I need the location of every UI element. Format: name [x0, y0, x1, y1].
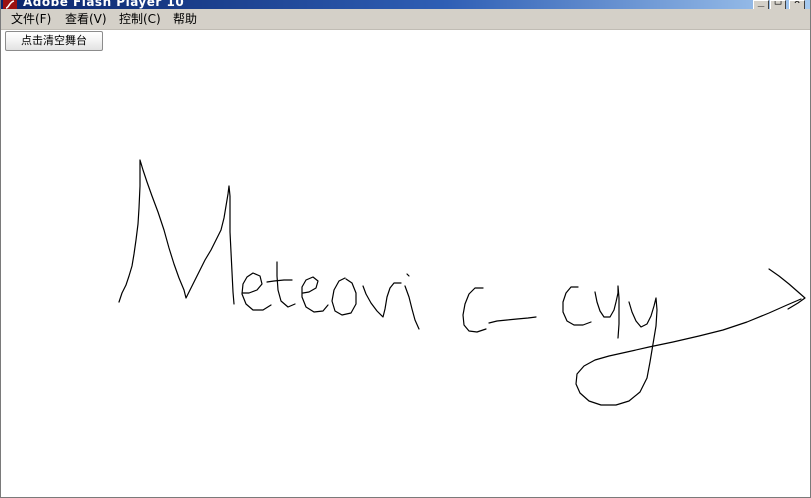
- menu-file[interactable]: 文件(F): [9, 11, 53, 27]
- stroke-letter-e1: [241, 272, 272, 311]
- stroke-dash: [488, 316, 537, 324]
- maximize-button[interactable]: □: [770, 0, 786, 9]
- stroke-letter-y2: [575, 297, 802, 406]
- stroke-letter-e2: [301, 276, 329, 313]
- title-bar[interactable]: Adobe Flash Player 10 _ □ ×: [1, 0, 810, 9]
- stroke-letter-c2: [562, 286, 592, 326]
- flash-player-icon: [3, 0, 17, 9]
- window-title: Adobe Flash Player 10: [23, 0, 185, 9]
- stroke-letter-m: [118, 159, 235, 305]
- stroke-letter-t-bar: [266, 279, 293, 283]
- stroke-letter-y1: [594, 285, 620, 339]
- handwriting-drawing[interactable]: [1, 30, 810, 497]
- flash-player-window: Adobe Flash Player 10 _ □ × 文件(F) 查看(V) …: [0, 0, 811, 498]
- menu-help[interactable]: 帮助: [171, 11, 199, 27]
- stroke-letter-i-dot: [406, 273, 410, 277]
- stroke-letter-r: [362, 282, 402, 318]
- close-button[interactable]: ×: [789, 0, 805, 9]
- menu-control[interactable]: 控制(C): [117, 11, 163, 27]
- stroke-letter-o: [331, 277, 357, 316]
- menu-view[interactable]: 查看(V): [63, 11, 109, 27]
- minimize-button[interactable]: _: [753, 0, 769, 9]
- stroke-letter-t-stem: [276, 261, 296, 308]
- minimize-icon: _: [757, 0, 765, 7]
- flash-stage[interactable]: 点击清空舞台: [1, 30, 810, 497]
- stroke-letter-c: [462, 287, 487, 333]
- close-icon: ×: [793, 0, 801, 7]
- maximize-icon: □: [774, 0, 782, 7]
- stroke-letter-i: [404, 285, 420, 330]
- menu-bar: 文件(F) 查看(V) 控制(C) 帮助: [1, 9, 810, 30]
- stroke-arrow-head: [768, 268, 806, 310]
